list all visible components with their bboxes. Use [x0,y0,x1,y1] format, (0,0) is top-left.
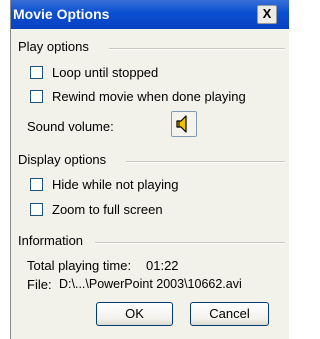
play-options-group-label: Play options [18,39,93,54]
hide-label: Hide while not playing [52,177,179,192]
loop-checkbox[interactable] [30,66,43,79]
sound-volume-button[interactable] [171,111,197,137]
total-time-label: Total playing time: [27,258,132,273]
file-path-value: D:\...\PowerPoint 2003\10662.avi [59,277,242,291]
sound-volume-label: Sound volume: [27,119,114,134]
hide-checkbox[interactable] [30,178,43,191]
play-options-divider [109,48,285,50]
dialog-title: Movie Options [13,6,110,22]
ok-button[interactable]: OK [96,302,173,326]
file-label: File: [27,277,52,292]
rewind-label: Rewind movie when done playing [52,89,246,104]
title-bar[interactable]: Movie Options X [11,0,289,29]
information-divider [95,242,285,244]
rewind-checkbox[interactable] [30,90,43,103]
display-options-group-label: Display options [18,152,111,167]
close-icon: X [262,6,272,21]
zoom-checkbox[interactable] [30,203,43,216]
information-group-label: Information [18,233,88,248]
speaker-icon [176,115,187,133]
movie-options-dialog: Movie Options X Play options Loop until … [10,0,289,339]
loop-label: Loop until stopped [52,65,159,80]
cancel-button[interactable]: Cancel [190,302,269,326]
display-options-divider [126,161,285,163]
close-button[interactable]: X [257,5,277,24]
zoom-label: Zoom to full screen [52,202,163,217]
total-time-value: 01:22 [146,258,179,273]
